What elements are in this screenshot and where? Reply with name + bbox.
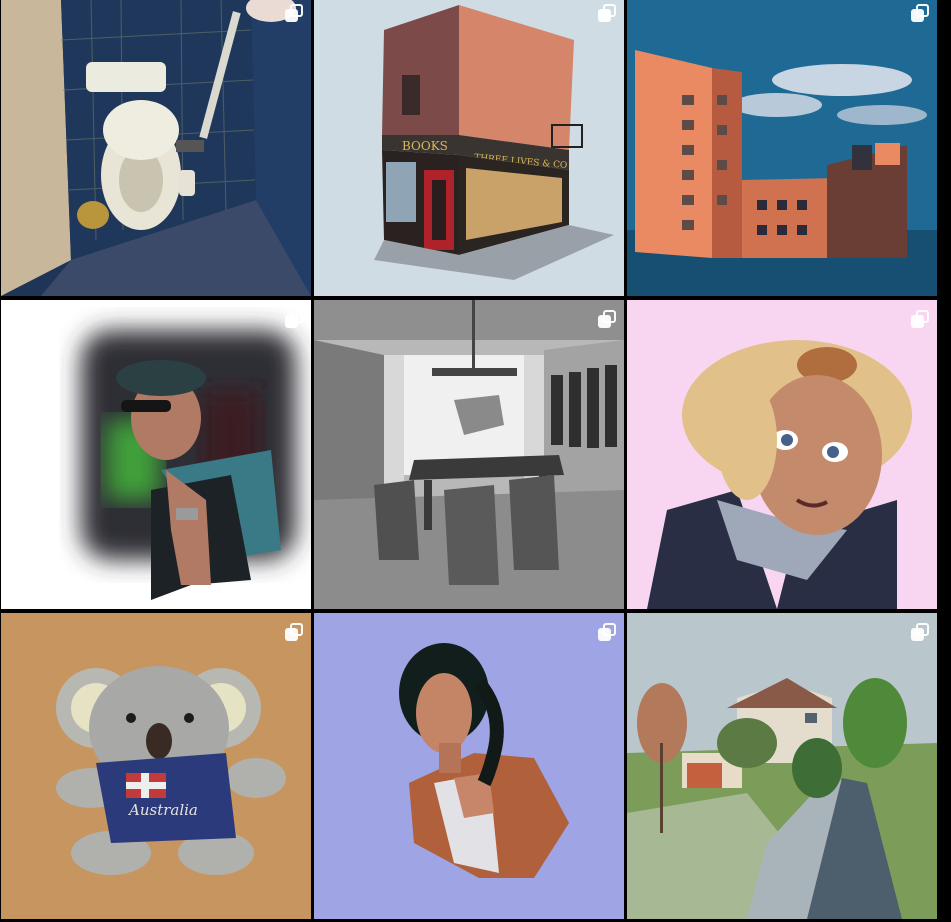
- multiple-images-icon: [911, 310, 929, 328]
- woman-braid-painting: [314, 613, 624, 919]
- village-road-painting: [627, 613, 937, 919]
- post-thumbnail-koala[interactable]: Australia: [1, 613, 311, 919]
- post-thumbnail-man-cap[interactable]: [1, 300, 311, 609]
- post-thumbnail-village-road[interactable]: [627, 613, 937, 919]
- post-thumbnail-bathroom[interactable]: [1, 0, 311, 296]
- post-thumbnail-apartments[interactable]: [627, 0, 937, 296]
- koala-plush-painting: Australia: [1, 613, 311, 919]
- multiple-images-icon: [598, 310, 616, 328]
- multiple-images-icon: [911, 4, 929, 22]
- apartments-painting: [627, 0, 937, 296]
- dining-room-painting: [314, 300, 624, 609]
- multiple-images-icon: [598, 623, 616, 641]
- post-thumbnail-blonde-woman[interactable]: [627, 300, 937, 609]
- multiple-images-icon: [285, 623, 303, 641]
- koala-shirt-text: Australia: [127, 801, 198, 819]
- blonde-woman-painting: [627, 300, 937, 609]
- multiple-images-icon: [285, 4, 303, 22]
- multiple-images-icon: [285, 310, 303, 328]
- bathroom-painting: [1, 0, 311, 296]
- post-grid: BOOKS THREE LIVES & CO Australia: [0, 0, 951, 922]
- post-thumbnail-dining-room[interactable]: [314, 300, 624, 609]
- post-thumbnail-woman-braid[interactable]: [314, 613, 624, 919]
- post-thumbnail-bookshop[interactable]: BOOKS THREE LIVES & CO: [314, 0, 624, 296]
- multiple-images-icon: [911, 623, 929, 641]
- bookshop-painting: BOOKS THREE LIVES & CO: [314, 0, 624, 296]
- bookshop-sign-left: BOOKS: [402, 139, 448, 153]
- multiple-images-icon: [598, 4, 616, 22]
- man-portrait-painting: [1, 300, 311, 609]
